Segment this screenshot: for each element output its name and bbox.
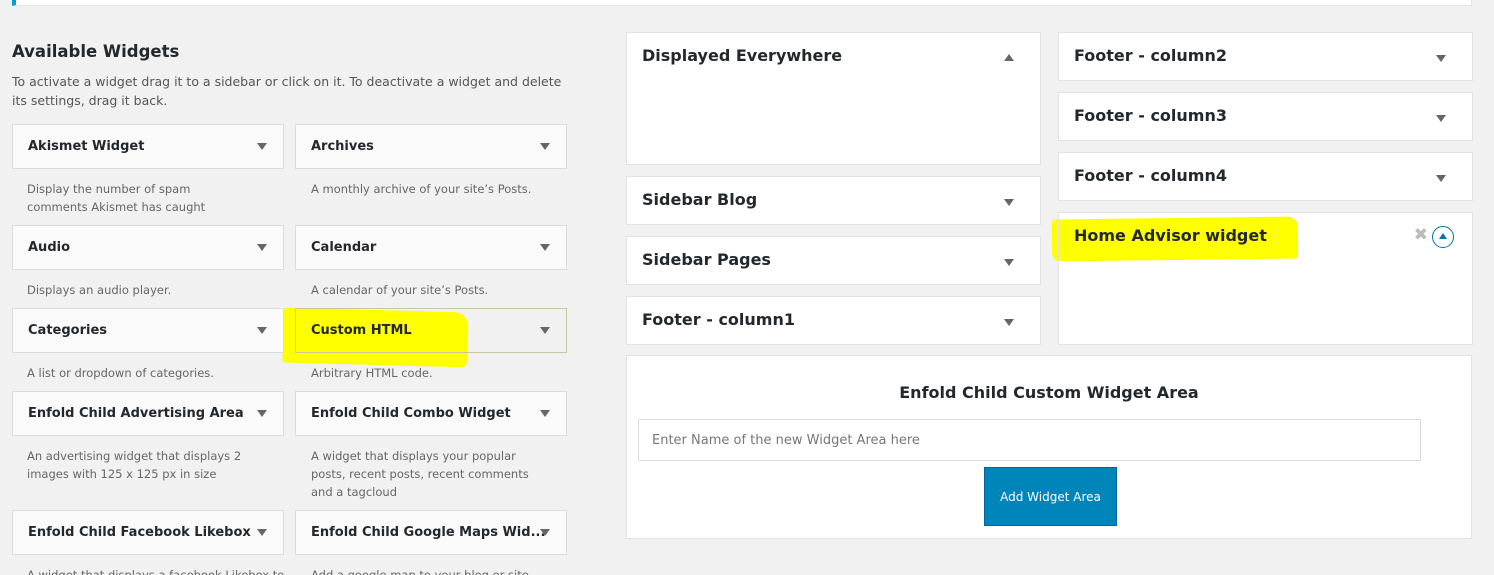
triangle-down-icon[interactable] [1004, 199, 1014, 206]
widget-area-footer-column2[interactable]: Footer - column2 [1058, 32, 1473, 81]
widget-custom-html[interactable]: Custom HTML [295, 308, 567, 353]
custom-widget-area-panel: Enfold Child Custom Widget Area Add Widg… [626, 355, 1472, 539]
widget-description: A monthly archive of your site’s Posts. [311, 182, 532, 196]
close-icon[interactable]: ✖ [1414, 227, 1428, 244]
triangle-down-icon[interactable] [540, 529, 550, 536]
widget-area-footer-column3[interactable]: Footer - column3 [1058, 92, 1473, 141]
widget-area-title: Footer - column2 [1074, 46, 1227, 65]
triangle-down-icon[interactable] [1436, 175, 1446, 182]
widget-enfold-facebook-likebox[interactable]: Enfold Child Facebook Likebox [12, 510, 284, 555]
widget-description: Display the number of spam comments Akis… [27, 182, 206, 214]
custom-widget-area-title: Enfold Child Custom Widget Area [899, 383, 1199, 402]
circle-up-icon[interactable] [1432, 226, 1454, 248]
widget-enfold-google-maps[interactable]: Enfold Child Google Maps Wid... [295, 510, 567, 555]
triangle-down-icon[interactable] [1004, 259, 1014, 266]
triangle-down-icon[interactable] [1436, 115, 1446, 122]
widget-area-title: Footer - column1 [642, 310, 795, 329]
widget-area-footer-column1[interactable]: Footer - column1 [626, 296, 1041, 345]
widget-description: A calendar of your site’s Posts. [311, 283, 489, 297]
widget-archives[interactable]: Archives [295, 124, 567, 169]
widget-area-sidebar-pages[interactable]: Sidebar Pages [626, 236, 1041, 285]
widget-area-footer-column4[interactable]: Footer - column4 [1058, 152, 1473, 201]
admin-notice [12, 0, 1472, 6]
widget-categories[interactable]: Categories [12, 308, 284, 353]
widget-akismet[interactable]: Akismet Widget [12, 124, 284, 169]
triangle-up-icon[interactable] [1004, 54, 1014, 61]
available-widgets-title: Available Widgets [12, 42, 180, 61]
triangle-down-icon[interactable] [1004, 319, 1014, 326]
widget-description: Displays an audio player. [27, 283, 172, 297]
widget-label: Audio [28, 240, 71, 255]
widget-description: Arbitrary HTML code. [311, 366, 433, 380]
triangle-down-icon[interactable] [1436, 55, 1446, 62]
triangle-down-icon[interactable] [257, 410, 267, 417]
triangle-down-icon[interactable] [257, 143, 267, 150]
triangle-down-icon[interactable] [257, 244, 267, 251]
widget-area-title: Sidebar Blog [642, 190, 758, 209]
widget-label: Enfold Child Google Maps Wid... [311, 525, 546, 540]
widget-enfold-combo[interactable]: Enfold Child Combo Widget [295, 391, 567, 436]
widget-area-title: Footer - column3 [1074, 106, 1227, 125]
triangle-down-icon[interactable] [257, 327, 267, 334]
triangle-down-icon[interactable] [540, 143, 550, 150]
triangle-down-icon[interactable] [540, 410, 550, 417]
widget-description: A widget that displays a facebook Likebo… [27, 568, 285, 575]
widget-area-home-advisor[interactable]: Home Advisor widget ✖ [1058, 212, 1473, 345]
widget-label: Custom HTML [311, 323, 412, 338]
widget-area-title: Footer - column4 [1074, 166, 1227, 185]
widget-area-title: Home Advisor widget [1074, 226, 1267, 245]
widget-description: Add a google map to your blog or site [311, 568, 529, 575]
available-widgets-description: To activate a widget drag it to a sideba… [12, 74, 562, 108]
widget-label: Calendar [311, 240, 377, 255]
widget-calendar[interactable]: Calendar [295, 225, 567, 270]
widget-area-title: Displayed Everywhere [642, 46, 843, 65]
widget-label: Enfold Child Combo Widget [311, 406, 511, 421]
widget-label: Categories [28, 323, 108, 338]
widget-area-title: Sidebar Pages [642, 250, 771, 269]
widget-description: A list or dropdown of categories. [27, 366, 214, 380]
triangle-down-icon[interactable] [257, 529, 267, 536]
widget-label: Enfold Child Advertising Area [28, 406, 244, 421]
widget-audio[interactable]: Audio [12, 225, 284, 270]
widget-area-name-input[interactable] [638, 419, 1421, 461]
widget-enfold-advertising[interactable]: Enfold Child Advertising Area [12, 391, 284, 436]
widget-area-displayed-everywhere[interactable]: Displayed Everywhere [626, 32, 1041, 165]
add-widget-area-button[interactable]: Add Widget Area [984, 467, 1117, 526]
widget-area-sidebar-blog[interactable]: Sidebar Blog [626, 176, 1041, 225]
widget-description: An advertising widget that displays 2 im… [27, 449, 242, 481]
widget-label: Akismet Widget [28, 139, 145, 154]
widget-label: Enfold Child Facebook Likebox [28, 525, 251, 540]
widget-description: A widget that displays your popular post… [311, 449, 529, 499]
widget-label: Archives [311, 139, 374, 154]
triangle-down-icon[interactable] [540, 327, 550, 334]
triangle-down-icon[interactable] [540, 244, 550, 251]
